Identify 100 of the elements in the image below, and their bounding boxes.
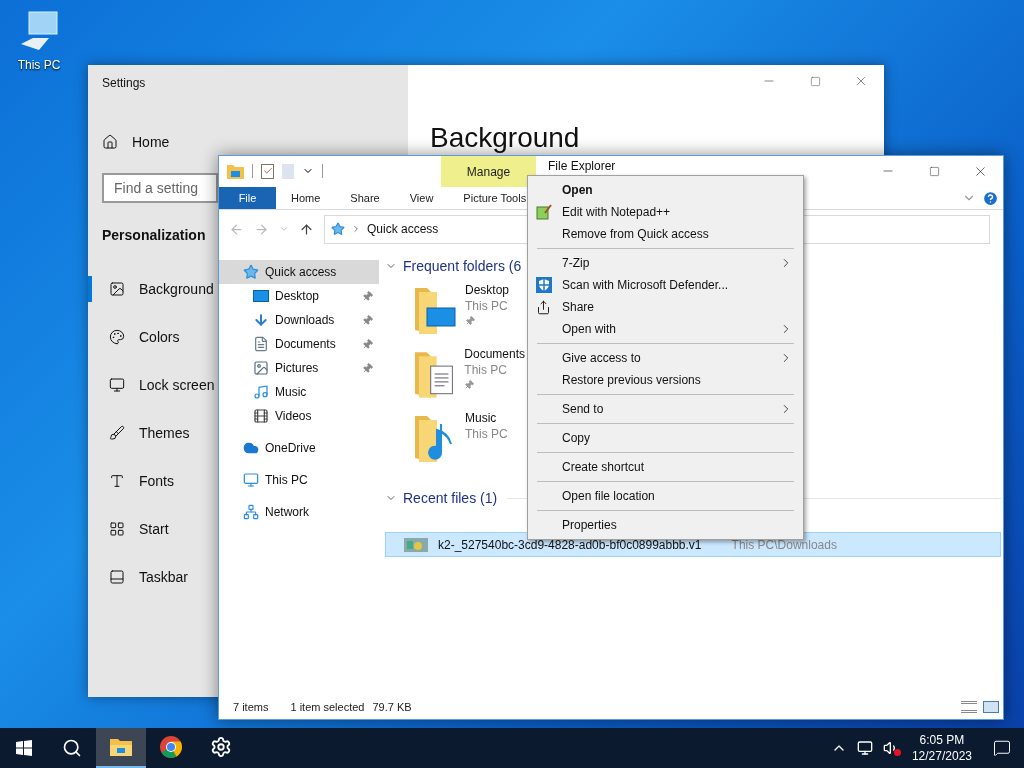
window-title: File Explorer (548, 159, 616, 173)
picture-icon (109, 281, 125, 297)
taskbar-icon (109, 569, 125, 585)
folder-tile[interactable]: Music This PC (411, 410, 525, 466)
close-icon (854, 74, 868, 88)
document-icon (253, 336, 269, 352)
menu-item[interactable]: Open with (528, 318, 803, 340)
folder-name: Music (465, 410, 498, 426)
folder-tile[interactable]: Desktop This PC (411, 282, 525, 338)
menu-item[interactable]: Restore previous versions (528, 369, 803, 391)
menu-item[interactable]: Send to (528, 398, 803, 420)
desktop-icon (253, 290, 269, 302)
status-text: 7 items (233, 699, 269, 715)
status-text: 1 item selected (290, 699, 365, 715)
download-icon (253, 312, 269, 328)
group-heading: Frequent folders (6 (403, 256, 522, 276)
menu-item[interactable]: Copy (528, 427, 803, 449)
film-icon (253, 408, 269, 424)
ribbon-tab[interactable]: File (219, 187, 276, 209)
settings-nav-item[interactable]: Fonts (88, 468, 174, 494)
window-title: Settings (102, 75, 147, 92)
settings-nav-item[interactable]: Colors (88, 324, 180, 350)
section-heading: Personalization (102, 226, 206, 245)
properties-icon[interactable] (261, 163, 274, 179)
folder-name: Desktop (465, 282, 510, 298)
nav-item[interactable]: This PC (219, 468, 379, 492)
star-icon (331, 222, 345, 236)
shield-icon (536, 277, 552, 293)
nav-item[interactable]: Network (219, 500, 379, 524)
menu-item[interactable]: Scan with Microsoft Defender... (528, 274, 803, 296)
nav-item[interactable]: Desktop (253, 287, 320, 305)
maximize-icon (928, 165, 940, 177)
settings-nav-item[interactable]: Themes (88, 420, 190, 446)
windows-logo-icon (16, 740, 32, 756)
settings-nav-item[interactable]: Background (88, 276, 214, 302)
settings-nav-item[interactable]: Lock screen (88, 372, 215, 398)
nav-item[interactable]: Music (253, 383, 307, 401)
icon-label: This PC (17, 57, 61, 74)
nav-item[interactable]: Downloads (253, 311, 335, 329)
nav-item[interactable]: Documents (253, 335, 336, 353)
computer-icon[interactable] (19, 10, 59, 52)
settings-nav-item[interactable]: Taskbar (88, 564, 189, 590)
menu-item[interactable]: Give access to (528, 347, 803, 369)
notepad-icon (536, 204, 552, 220)
image-file-icon (404, 537, 428, 552)
breadcrumb-chevron-icon (351, 224, 361, 234)
brush-icon (109, 425, 125, 441)
maximize-icon (809, 75, 821, 87)
nav-item[interactable]: Videos (253, 407, 312, 425)
star-icon (243, 264, 259, 280)
address-text: Quick access (367, 221, 439, 238)
folder-name: Documents (464, 346, 525, 362)
search-field[interactable]: Find a setting (102, 173, 218, 203)
folder-tile[interactable]: Documents This PC (411, 346, 525, 402)
gear-icon (210, 736, 232, 758)
status-text: 79.7 KB (372, 699, 412, 715)
pictures-icon (253, 360, 269, 376)
context-tab[interactable]: Manage (441, 156, 536, 187)
monitor-icon (109, 377, 125, 393)
volume-muted-icon[interactable] (882, 740, 899, 756)
details-view-icon[interactable] (961, 701, 977, 713)
help-icon[interactable] (982, 189, 999, 207)
music-note-icon (253, 384, 269, 400)
chrome-icon (159, 735, 183, 759)
clock[interactable]: 6:05 PM 12/27/2023 (903, 732, 980, 764)
nav-item[interactable]: Quick access (219, 260, 379, 284)
folder-location: This PC (465, 426, 508, 442)
up-icon[interactable] (299, 221, 314, 237)
search-icon (62, 738, 82, 758)
settings-nav-item[interactable]: Start (88, 516, 169, 542)
large-icons-view-icon[interactable] (983, 701, 999, 713)
file-location: This PC\Downloads (731, 536, 837, 554)
grid-icon (109, 521, 125, 537)
menu-item[interactable]: Remove from Quick access (528, 223, 803, 245)
menu-item[interactable]: Share (528, 296, 803, 318)
menu-item[interactable]: Open file location (528, 485, 803, 507)
group-heading: Recent files (1) (403, 488, 498, 508)
forward-icon[interactable] (254, 221, 269, 237)
page-title: Background (430, 121, 581, 155)
ribbon-tab[interactable]: Share (335, 187, 395, 209)
cloud-icon (243, 440, 259, 456)
nav-item[interactable]: Pictures (253, 359, 319, 377)
ribbon-tab[interactable]: View (394, 187, 449, 209)
palette-icon (109, 329, 125, 345)
taskbar-app[interactable] (96, 728, 146, 768)
notification-icon (993, 739, 1011, 757)
back-icon[interactable] (229, 221, 244, 237)
share-icon (536, 299, 551, 315)
menu-item[interactable]: Create shortcut (528, 456, 803, 478)
file-name: k2-_527540bc-3cd9-4828-ad0b-bf0c0899abbb.v1 (438, 536, 702, 554)
folder-icon (109, 737, 133, 757)
folder-icon[interactable] (227, 163, 244, 179)
font-icon (109, 473, 125, 489)
home-icon (102, 134, 118, 150)
nav-item[interactable]: OneDrive (219, 436, 379, 460)
menu-item[interactable]: 7-Zip (528, 252, 803, 274)
ribbon-tab[interactable]: Home (276, 187, 336, 209)
home-link[interactable]: Home (102, 131, 408, 153)
folder-location: This PC (464, 362, 508, 378)
folder-location: This PC (465, 298, 509, 314)
